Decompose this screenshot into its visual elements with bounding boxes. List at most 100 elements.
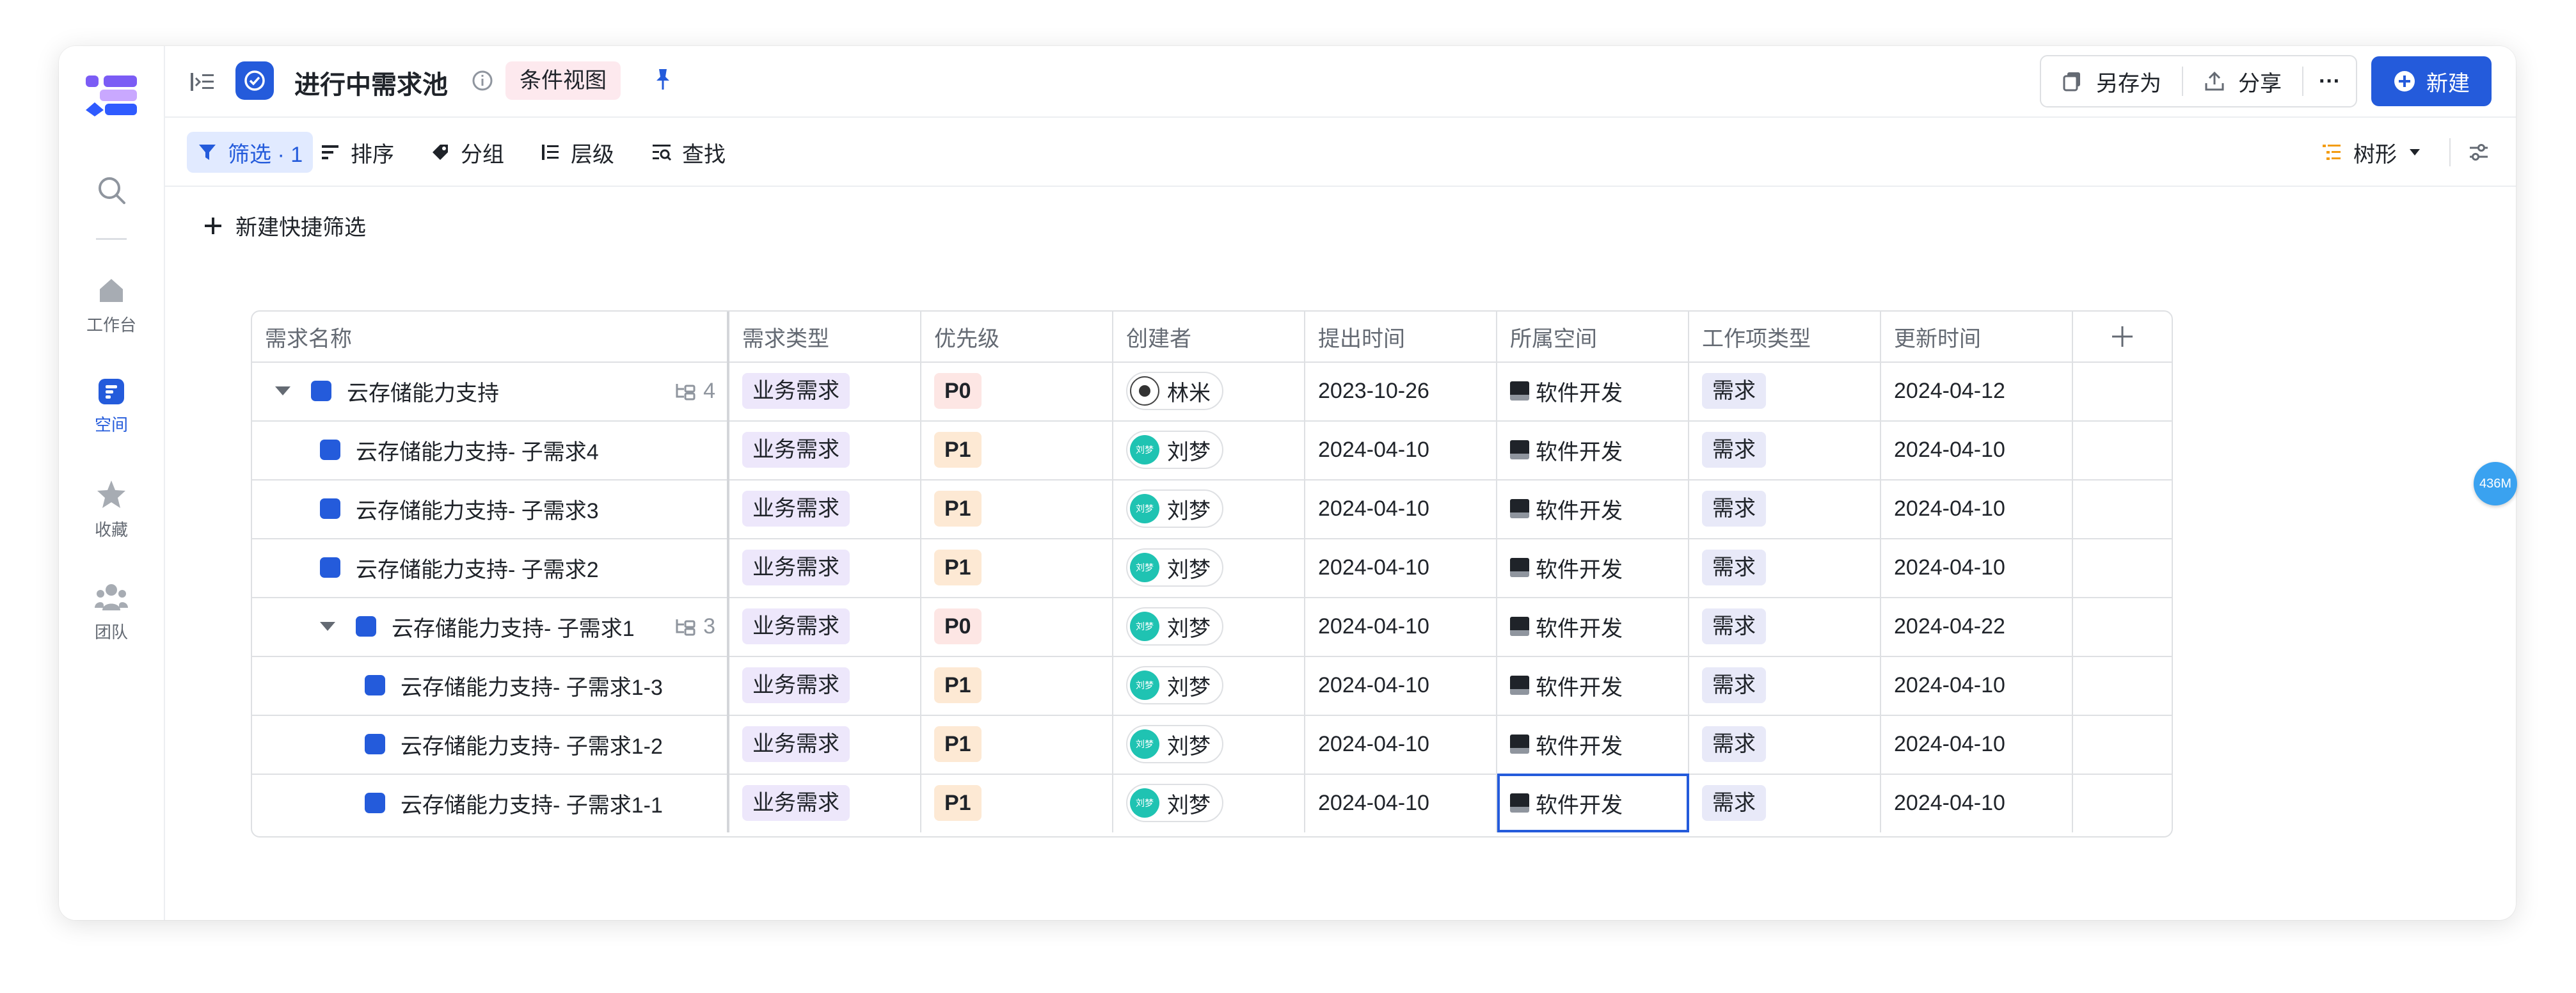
user-chip[interactable]: 刘梦 刘梦 — [1126, 666, 1223, 704]
info-icon[interactable] — [471, 69, 494, 92]
table-row[interactable]: 云存储能力支持 4 业务需求 P0 林米 2023-10-26 软件开发 需求 … — [252, 361, 2172, 422]
column-header[interactable]: 提出时间 — [1305, 312, 1497, 361]
filter-button[interactable]: 筛选 · 1 — [187, 132, 314, 173]
cell-type[interactable]: 业务需求 — [729, 361, 921, 420]
save-as-button[interactable]: 另存为 — [2041, 58, 2182, 105]
cell-created[interactable]: 2024-04-10 — [1305, 420, 1497, 479]
cell-creator[interactable]: 林米 — [1113, 361, 1305, 420]
level-button[interactable]: 层级 — [530, 132, 624, 173]
share-button[interactable]: 分享 — [2183, 58, 2302, 105]
user-chip[interactable]: 刘梦 刘梦 — [1126, 784, 1223, 822]
cell-updated[interactable]: 2024-04-12 — [1881, 361, 2073, 420]
add-column-button[interactable] — [2073, 312, 2172, 361]
cell-created[interactable]: 2024-04-10 — [1305, 656, 1497, 715]
table-row[interactable]: 云存储能力支持- 子需求1 3 业务需求 P0 刘梦 刘梦 2024-04-10… — [252, 597, 2172, 657]
expand-caret-icon[interactable] — [320, 622, 335, 631]
requirement-name[interactable]: 云存储能力支持- 子需求1-1 — [401, 788, 663, 819]
cell-space[interactable]: 软件开发 — [1497, 361, 1689, 420]
cell-name[interactable]: 云存储能力支持- 子需求4 — [252, 420, 729, 479]
column-header[interactable]: 需求名称 — [252, 312, 729, 361]
cell-updated[interactable]: 2024-04-10 — [1881, 538, 2073, 597]
table-row[interactable]: 云存储能力支持- 子需求2 业务需求 P1 刘梦 刘梦 2024-04-10 软… — [252, 538, 2172, 598]
cell-priority[interactable]: P1 — [921, 774, 1113, 832]
cell-priority[interactable]: P1 — [921, 420, 1113, 479]
find-button[interactable]: 查找 — [641, 132, 736, 173]
requirement-name[interactable]: 云存储能力支持- 子需求3 — [356, 493, 599, 525]
cell-kind[interactable]: 需求 — [1689, 715, 1881, 774]
cell-kind[interactable]: 需求 — [1689, 597, 1881, 656]
sort-button[interactable]: 排序 — [310, 132, 404, 173]
rail-item-workbench[interactable]: 工作台 — [59, 275, 164, 336]
column-header[interactable]: 更新时间 — [1881, 312, 2073, 361]
new-quick-filter-button[interactable]: 新建快捷筛选 — [203, 210, 366, 241]
cell-kind[interactable]: 需求 — [1689, 479, 1881, 538]
view-type-badge[interactable]: 条件视图 — [505, 61, 621, 100]
table-row[interactable]: 云存储能力支持- 子需求1-2 业务需求 P1 刘梦 刘梦 2024-04-10… — [252, 715, 2172, 775]
cell-type[interactable]: 业务需求 — [729, 538, 921, 597]
cell-created[interactable]: 2024-04-10 — [1305, 715, 1497, 774]
cell-updated[interactable]: 2024-04-22 — [1881, 597, 2073, 656]
settings-sliders-icon[interactable] — [2467, 141, 2490, 164]
expand-caret-icon[interactable] — [275, 386, 290, 395]
column-header[interactable]: 优先级 — [921, 312, 1113, 361]
pin-icon[interactable] — [650, 67, 676, 92]
cell-priority[interactable]: P1 — [921, 538, 1113, 597]
requirement-name[interactable]: 云存储能力支持- 子需求4 — [356, 434, 599, 466]
cell-type[interactable]: 业务需求 — [729, 774, 921, 832]
cell-priority[interactable]: P1 — [921, 656, 1113, 715]
group-button[interactable]: 分组 — [420, 132, 514, 173]
user-chip[interactable]: 刘梦 刘梦 — [1126, 489, 1223, 528]
cell-kind[interactable]: 需求 — [1689, 420, 1881, 479]
cell-updated[interactable]: 2024-04-10 — [1881, 420, 2073, 479]
rail-search[interactable] — [59, 174, 164, 206]
user-chip[interactable]: 刘梦 刘梦 — [1126, 725, 1223, 763]
user-chip[interactable]: 刘梦 刘梦 — [1126, 548, 1223, 587]
table-row[interactable]: 云存储能力支持- 子需求3 业务需求 P1 刘梦 刘梦 2024-04-10 软… — [252, 479, 2172, 539]
cell-name[interactable]: 云存储能力支持- 子需求3 — [252, 479, 729, 538]
memory-usage-badge[interactable]: 436M — [2474, 462, 2517, 505]
cell-created[interactable]: 2024-04-10 — [1305, 774, 1497, 832]
collapse-sidebar-icon[interactable] — [189, 69, 215, 95]
cell-name[interactable]: 云存储能力支持- 子需求2 — [252, 538, 729, 597]
new-button[interactable]: 新建 — [2371, 56, 2492, 106]
cell-created[interactable]: 2023-10-26 — [1305, 361, 1497, 420]
cell-name[interactable]: 云存储能力支持- 子需求1-3 — [252, 656, 729, 715]
rail-item-team[interactable]: 团队 — [59, 582, 164, 643]
requirement-name[interactable]: 云存储能力支持- 子需求1-3 — [401, 670, 663, 701]
cell-creator[interactable]: 刘梦 刘梦 — [1113, 656, 1305, 715]
cell-kind[interactable]: 需求 — [1689, 538, 1881, 597]
cell-priority[interactable]: P0 — [921, 597, 1113, 656]
more-button[interactable]: ··· — [2303, 58, 2356, 105]
cell-space[interactable]: 软件开发 — [1497, 656, 1689, 715]
cell-name[interactable]: 云存储能力支持- 子需求1-2 — [252, 715, 729, 774]
cell-updated[interactable]: 2024-04-10 — [1881, 479, 2073, 538]
cell-type[interactable]: 业务需求 — [729, 656, 921, 715]
cell-space[interactable]: 软件开发 — [1497, 538, 1689, 597]
cell-priority[interactable]: P1 — [921, 715, 1113, 774]
cell-creator[interactable]: 刘梦 刘梦 — [1113, 715, 1305, 774]
cell-space[interactable]: 软件开发 — [1497, 597, 1689, 656]
cell-kind[interactable]: 需求 — [1689, 774, 1881, 832]
table-row[interactable]: 云存储能力支持- 子需求4 业务需求 P1 刘梦 刘梦 2024-04-10 软… — [252, 420, 2172, 481]
requirement-name[interactable]: 云存储能力支持- 子需求1 — [392, 611, 635, 642]
column-header[interactable]: 需求类型 — [729, 312, 921, 361]
cell-name[interactable]: 云存储能力支持- 子需求1-1 — [252, 774, 729, 832]
table-row[interactable]: 云存储能力支持- 子需求1-1 业务需求 P1 刘梦 刘梦 2024-04-10… — [252, 774, 2172, 832]
column-header[interactable]: 所属空间 — [1497, 312, 1689, 361]
cell-created[interactable]: 2024-04-10 — [1305, 597, 1497, 656]
cell-created[interactable]: 2024-04-10 — [1305, 479, 1497, 538]
rail-item-favorites[interactable]: 收藏 — [59, 479, 164, 541]
cell-creator[interactable]: 刘梦 刘梦 — [1113, 420, 1305, 479]
cell-creator[interactable]: 刘梦 刘梦 — [1113, 479, 1305, 538]
cell-name[interactable]: 云存储能力支持- 子需求1 3 — [252, 597, 729, 656]
cell-priority[interactable]: P1 — [921, 479, 1113, 538]
cell-name[interactable]: 云存储能力支持 4 — [252, 361, 729, 420]
cell-updated[interactable]: 2024-04-10 — [1881, 715, 2073, 774]
cell-type[interactable]: 业务需求 — [729, 420, 921, 479]
requirement-name[interactable]: 云存储能力支持 — [347, 376, 499, 407]
cell-space[interactable]: 软件开发 — [1497, 479, 1689, 538]
cell-type[interactable]: 业务需求 — [729, 479, 921, 538]
requirement-name[interactable]: 云存储能力支持- 子需求1-2 — [401, 729, 663, 760]
cell-space[interactable]: 软件开发 — [1497, 420, 1689, 479]
view-mode-select[interactable]: 树形 — [2321, 137, 2433, 168]
